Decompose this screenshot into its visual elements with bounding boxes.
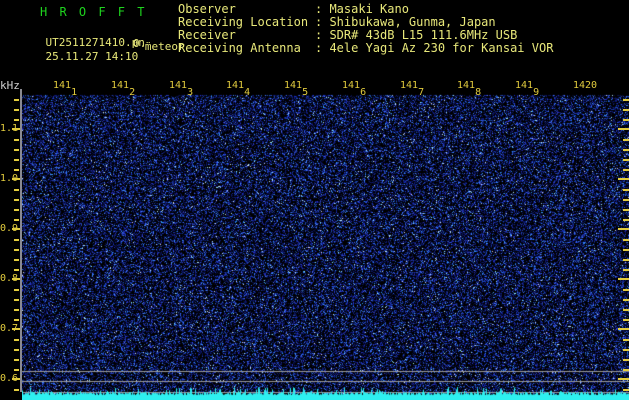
y-minor-tick-right	[623, 249, 629, 251]
y-minor-tick-left	[14, 139, 19, 141]
y-minor-tick-left	[14, 239, 19, 241]
x-tick-label: 1419	[515, 80, 540, 98]
x-tick-label: 1417	[400, 80, 425, 98]
y-minor-tick-right	[623, 339, 629, 341]
y-minor-tick-left	[14, 339, 19, 341]
y-major-tick-right	[618, 228, 629, 230]
y-minor-tick-left	[14, 299, 19, 301]
datetime-label: 25.11.27 14:10	[45, 50, 139, 63]
y-minor-tick-left	[14, 289, 19, 291]
station-info-row: Receiving Antenna : 4ele Yagi Az 230 for …	[178, 42, 553, 55]
y-minor-tick-right	[623, 299, 629, 301]
y-minor-tick-left	[14, 269, 19, 271]
y-major-tick-left	[12, 328, 20, 330]
y-minor-tick-left	[14, 209, 19, 211]
x-tick-label: 1413	[169, 80, 194, 98]
y-minor-tick-right	[623, 99, 629, 101]
y-major-tick-left	[12, 278, 20, 280]
hrofft-screen: H R O F F T UT2511271410.pnm̈eteor 25.11…	[0, 0, 629, 400]
y-minor-tick-right	[623, 159, 629, 161]
y-minor-tick-right	[623, 319, 629, 321]
y-minor-tick-left	[14, 159, 19, 161]
y-minor-tick-right	[623, 239, 629, 241]
y-major-tick-right	[618, 178, 629, 180]
y-minor-tick-left	[14, 349, 19, 351]
y-minor-tick-left	[14, 389, 19, 391]
y-major-tick-right	[618, 378, 629, 380]
y-minor-tick-left	[14, 319, 19, 321]
y-major-tick-left	[12, 378, 20, 380]
y-minor-tick-right	[623, 259, 629, 261]
y-minor-tick-right	[623, 109, 629, 111]
x-tick-label: 1411	[53, 80, 78, 98]
y-minor-tick-right	[623, 369, 629, 371]
x-tick-label: 1416	[342, 80, 367, 98]
y-minor-tick-right	[623, 219, 629, 221]
y-minor-tick-left	[14, 189, 19, 191]
info-value: : Masaki Kano	[315, 2, 409, 16]
y-minor-tick-left	[14, 169, 19, 171]
info-value: : Shibukawa, Gunma, Japan	[315, 15, 496, 29]
y-minor-tick-right	[623, 389, 629, 391]
x-tick-label: 1412	[111, 80, 136, 98]
y-minor-tick-left	[14, 199, 19, 201]
y-minor-tick-left	[14, 309, 19, 311]
y-minor-tick-right	[623, 289, 629, 291]
app-title: H R O F F T	[40, 5, 147, 19]
y-minor-tick-right	[623, 209, 629, 211]
y-major-tick-left	[12, 178, 20, 180]
x-tick-label: 1418	[457, 80, 482, 98]
y-minor-tick-right	[623, 139, 629, 141]
y-minor-tick-right	[623, 119, 629, 121]
y-minor-tick-left	[14, 249, 19, 251]
echo-count: 0.	[133, 37, 147, 50]
spectrogram-canvas	[22, 88, 629, 400]
y-minor-tick-right	[623, 359, 629, 361]
y-major-tick-right	[618, 278, 629, 280]
y-minor-tick-left	[14, 149, 19, 151]
y-minor-tick-right	[623, 149, 629, 151]
station-info: Observer: Masaki Kano Receiving Location:…	[178, 3, 553, 55]
y-minor-tick-right	[623, 349, 629, 351]
y-minor-tick-right	[623, 199, 629, 201]
y-minor-tick-right	[623, 169, 629, 171]
y-major-tick-left	[12, 128, 20, 130]
x-tick-label: 1415	[284, 80, 309, 98]
x-tick-label: 1420	[573, 80, 598, 91]
info-value: : SDR# 43dB L15 111.6MHz USB	[315, 28, 518, 42]
info-value: : 4ele Yagi Az 230 for Kansai VOR	[315, 41, 554, 55]
y-major-tick-left	[12, 228, 20, 230]
info-label: Receiving Antenna	[178, 41, 301, 55]
y-major-tick-right	[618, 128, 629, 130]
y-minor-tick-left	[14, 119, 19, 121]
y-minor-tick-right	[623, 309, 629, 311]
y-minor-tick-left	[14, 109, 19, 111]
y-minor-tick-right	[623, 189, 629, 191]
y-major-tick-right	[618, 328, 629, 330]
y-minor-tick-left	[14, 99, 19, 101]
y-axis-line	[20, 89, 22, 392]
y-minor-tick-right	[623, 269, 629, 271]
y-axis-unit-label: kHz	[0, 79, 20, 92]
y-minor-tick-left	[14, 359, 19, 361]
y-minor-tick-left	[14, 219, 19, 221]
x-tick-label: 1414	[226, 80, 251, 98]
y-minor-tick-left	[14, 369, 19, 371]
y-minor-tick-left	[14, 259, 19, 261]
